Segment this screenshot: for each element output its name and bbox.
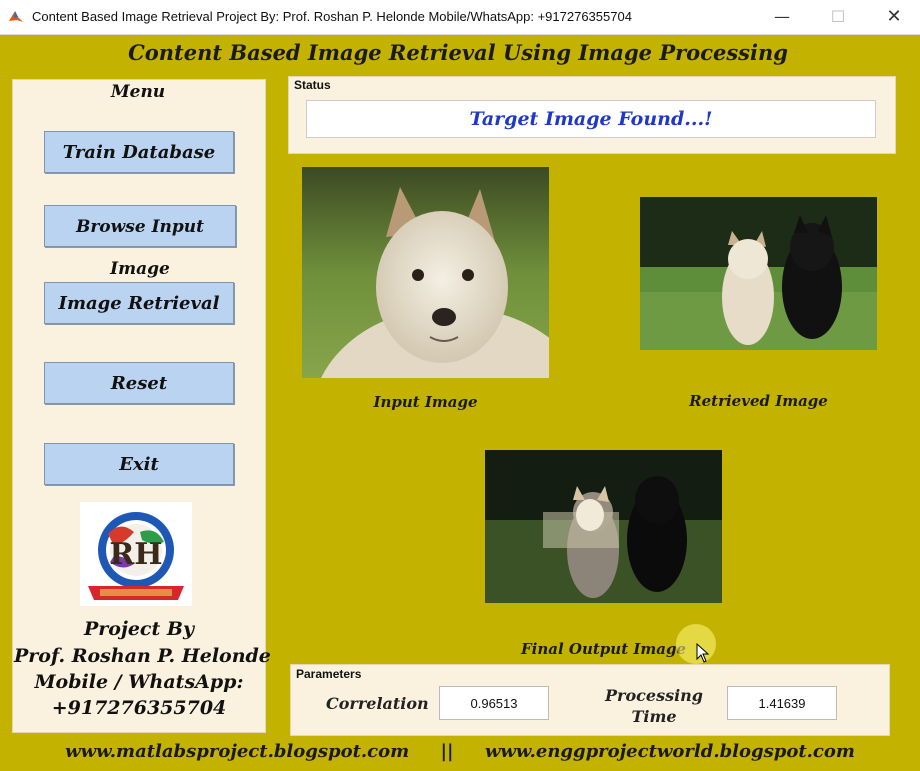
mouse-cursor-icon [696, 643, 710, 663]
minimize-icon[interactable]: — [762, 4, 802, 30]
processing-time-value: 1.41639 [727, 686, 837, 720]
correlation-value: 0.96513 [439, 686, 549, 720]
train-database-button[interactable]: Train Database [44, 131, 234, 173]
app-heading: Content Based Image Retrieval Using Imag… [128, 40, 788, 65]
image-retrieval-button[interactable]: Image Retrieval [44, 282, 234, 324]
menu-title: Menu [110, 82, 166, 102]
credit-project-by: Project By [84, 618, 194, 640]
window-titlebar: Content Based Image Retrieval Project By… [0, 0, 920, 35]
correlation-label: Correlation [326, 694, 429, 713]
processing-time-label-line1: Processing [605, 686, 703, 705]
credit-author-name: Prof. Roshan P. Helonde [14, 645, 271, 667]
credit-mobile-label: Mobile / WhatsApp: [34, 671, 244, 693]
input-image-caption: Input Image [373, 393, 478, 411]
maximize-icon[interactable]: ☐ [818, 4, 858, 30]
close-icon[interactable]: ✕ [874, 4, 914, 30]
final-output-image [485, 450, 722, 603]
parameters-group-label: Parameters [296, 667, 362, 681]
matlab-app-icon [9, 11, 23, 22]
status-group-label: Status [294, 78, 331, 92]
status-message: Target Image Found...! [306, 100, 876, 138]
browse-input-image-button[interactable]: Browse Input Image [44, 205, 236, 279]
svg-text:RH: RH [109, 537, 162, 572]
retrieved-image-caption: Retrieved Image [689, 392, 828, 410]
input-image [302, 167, 549, 378]
author-logo: RH [80, 502, 192, 606]
reset-button[interactable]: Reset [44, 362, 234, 404]
window-title: Content Based Image Retrieval Project By… [32, 9, 632, 24]
credit-phone-number: +917276355704 [51, 697, 227, 719]
processing-time-label-line2: Time [631, 707, 677, 726]
footer-links: www.matlabsproject.blogspot.com || www.e… [65, 741, 855, 762]
retrieved-image [640, 197, 877, 350]
exit-button[interactable]: Exit [44, 443, 234, 485]
